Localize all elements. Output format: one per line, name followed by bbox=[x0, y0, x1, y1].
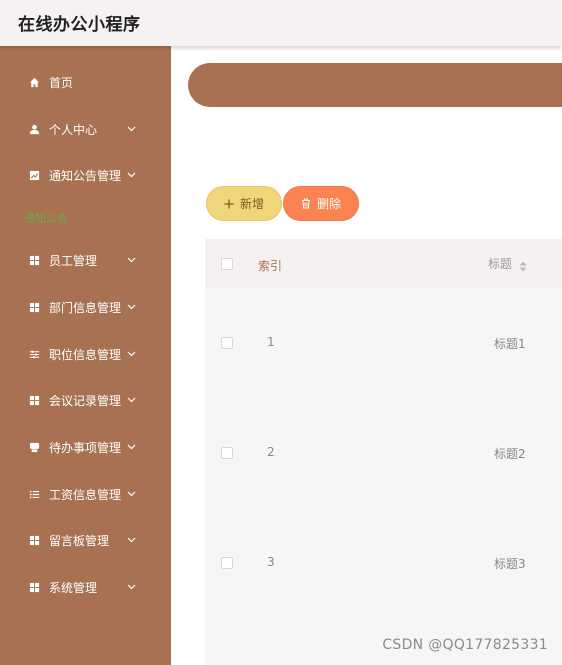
chevron-down-icon bbox=[126, 442, 136, 452]
chevron-down-icon bbox=[126, 489, 136, 499]
chevron-down-icon bbox=[126, 124, 136, 134]
table-header: 索引 标题 bbox=[205, 239, 562, 289]
cell-title: 标题1 bbox=[494, 337, 526, 351]
header-banner bbox=[188, 63, 562, 107]
sidebar-item-label: 系统管理 bbox=[49, 580, 98, 595]
sidebar-item-profile[interactable]: 个人中心 bbox=[0, 114, 171, 144]
sidebar-item-label: 工资信息管理 bbox=[49, 487, 122, 502]
sidebar-item-staff[interactable]: 员工管理 bbox=[0, 245, 171, 275]
delete-button[interactable]: 删除 bbox=[283, 186, 359, 221]
sidebar-item-label: 首页 bbox=[49, 75, 74, 90]
sidebar-item-label: 个人中心 bbox=[49, 122, 98, 137]
main-content: 新增 删除 索引 标题 1 标题1 2 标题2 3 标题3 bbox=[171, 46, 562, 665]
chevron-down-icon bbox=[126, 582, 136, 592]
sidebar-item-position[interactable]: 职位信息管理 bbox=[0, 339, 171, 369]
sidebar-item-label: 部门信息管理 bbox=[49, 300, 122, 315]
cell-index: 3 bbox=[267, 555, 275, 569]
grid-icon bbox=[28, 534, 40, 546]
sidebar: 首页 个人中心 通知公告管理 通知公告 员工管理 部门信息管理 职位信息管理 会… bbox=[0, 46, 171, 665]
chevron-down-icon bbox=[126, 170, 136, 180]
sidebar-item-meeting[interactable]: 会议记录管理 bbox=[0, 385, 171, 415]
row-checkbox[interactable] bbox=[221, 447, 233, 459]
app-title: 在线办公小程序 bbox=[18, 15, 141, 35]
chevron-down-icon bbox=[126, 255, 136, 265]
sidebar-item-label: 员工管理 bbox=[49, 253, 98, 268]
sidebar-item-label: 通知公告管理 bbox=[49, 168, 122, 183]
sidebar-item-department[interactable]: 部门信息管理 bbox=[0, 292, 171, 322]
home-icon bbox=[28, 76, 40, 88]
data-table: 索引 标题 1 标题1 2 标题2 3 标题3 bbox=[205, 239, 562, 665]
printer-icon bbox=[28, 441, 40, 453]
column-header-title[interactable]: 标题 bbox=[488, 255, 512, 272]
sidebar-item-label: 职位信息管理 bbox=[49, 347, 122, 362]
top-bar: 在线办公小程序 bbox=[0, 0, 562, 46]
cell-title: 标题3 bbox=[494, 557, 526, 571]
chevron-down-icon bbox=[126, 349, 136, 359]
sidebar-item-label: 待办事项管理 bbox=[49, 440, 122, 455]
add-button-label: 新增 bbox=[239, 197, 264, 211]
chevron-down-icon bbox=[126, 395, 136, 405]
sidebar-item-label: 会议记录管理 bbox=[49, 393, 122, 408]
grid-icon bbox=[28, 581, 40, 593]
sidebar-item-message-board[interactable]: 留言板管理 bbox=[0, 525, 171, 555]
sliders-icon bbox=[28, 348, 40, 360]
watermark: CSDN @QQ177825331 bbox=[382, 637, 548, 653]
grid-icon bbox=[28, 254, 40, 266]
sidebar-item-label: 留言板管理 bbox=[49, 533, 110, 548]
add-button[interactable]: 新增 bbox=[206, 186, 282, 221]
column-header-index: 索引 bbox=[258, 259, 283, 273]
select-all-checkbox[interactable] bbox=[221, 258, 233, 270]
cell-title: 标题2 bbox=[494, 447, 526, 461]
delete-button-label: 删除 bbox=[316, 197, 341, 211]
submenu-item-notice[interactable]: 通知公告 bbox=[24, 210, 68, 226]
sidebar-item-system[interactable]: 系统管理 bbox=[0, 572, 171, 602]
chart-icon bbox=[28, 169, 40, 181]
row-checkbox[interactable] bbox=[221, 337, 233, 349]
cell-index: 2 bbox=[267, 445, 275, 459]
chevron-down-icon bbox=[126, 302, 136, 312]
sidebar-item-salary[interactable]: 工资信息管理 bbox=[0, 479, 171, 509]
grid-icon bbox=[28, 301, 40, 313]
sidebar-item-home[interactable]: 首页 bbox=[0, 67, 171, 97]
grid-icon bbox=[28, 394, 40, 406]
plus-icon bbox=[224, 199, 234, 209]
sidebar-item-notice[interactable]: 通知公告管理 bbox=[0, 160, 171, 190]
trash-icon bbox=[301, 198, 311, 209]
sort-icon[interactable] bbox=[519, 257, 527, 276]
list-icon bbox=[28, 488, 40, 500]
user-icon bbox=[28, 123, 40, 135]
cell-index: 1 bbox=[267, 335, 275, 349]
sidebar-item-todo[interactable]: 待办事项管理 bbox=[0, 432, 171, 462]
chevron-down-icon bbox=[126, 535, 136, 545]
row-checkbox[interactable] bbox=[221, 557, 233, 569]
